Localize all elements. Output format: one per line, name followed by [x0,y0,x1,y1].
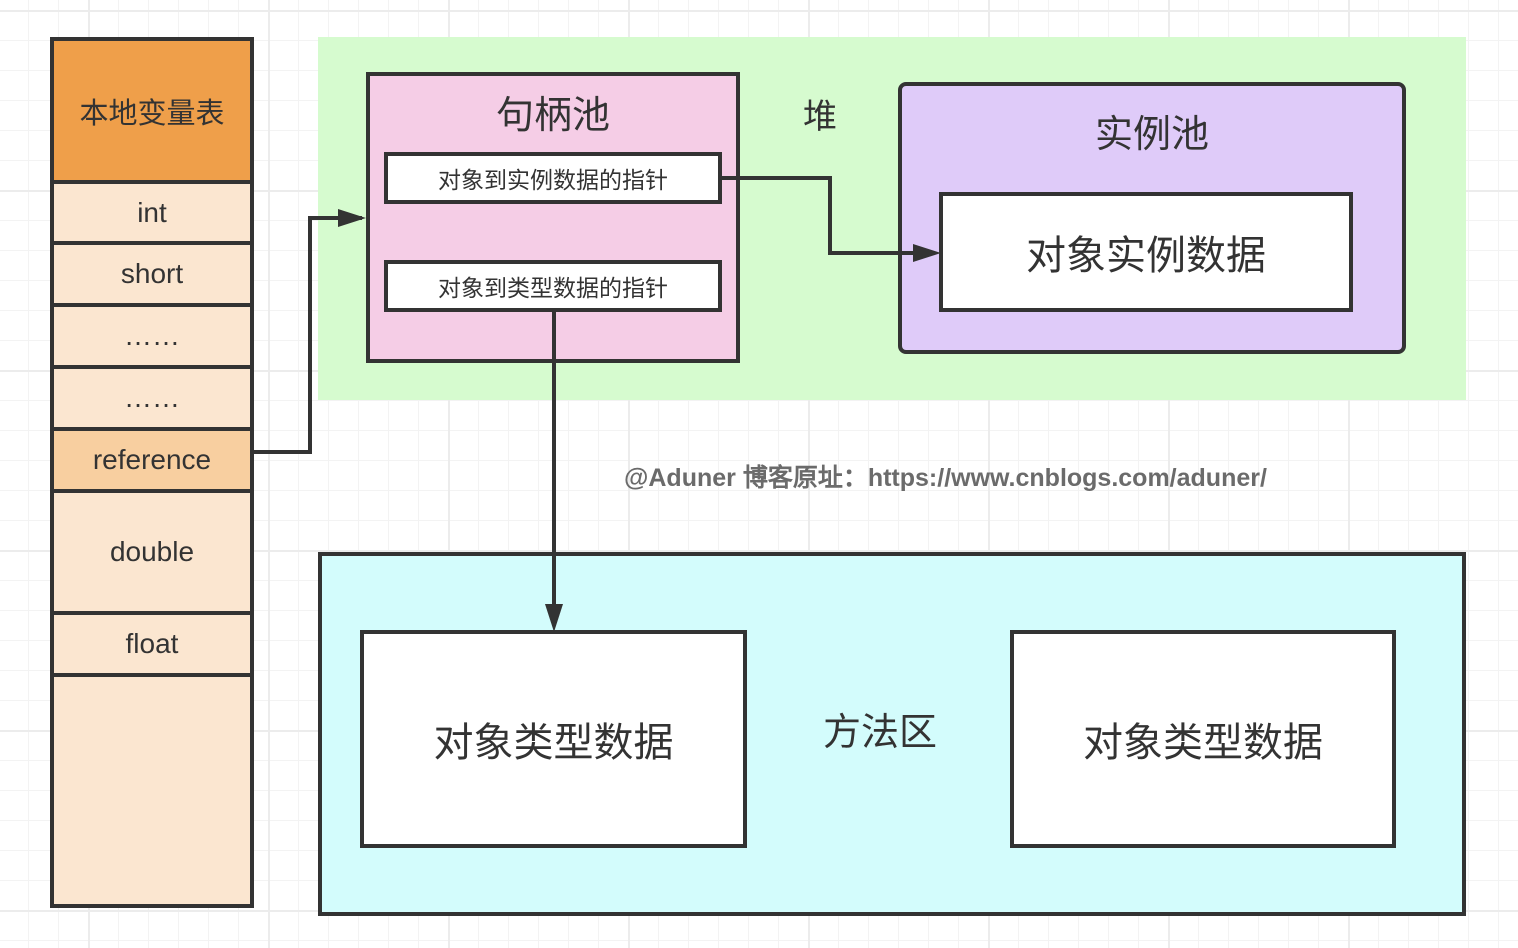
local-variable-table[interactable]: 本地变量表 int short …… …… reference double f… [50,37,254,908]
lvt-row-reference[interactable]: reference [54,431,250,493]
lvt-row-empty [54,677,250,904]
lvt-row-double[interactable]: double [54,493,250,615]
lvt-row-float[interactable]: float [54,615,250,677]
method-area-label: 方法区 [822,709,937,754]
lvt-row-short[interactable]: short [54,245,250,307]
watermark-text: @Aduner 博客原址：https://www.cnblogs.com/adu… [624,464,1267,492]
lvt-row-ellipsis-2[interactable]: …… [54,369,250,431]
object-type-data-right[interactable]: 对象类型数据 [1010,630,1396,848]
object-type-data-left[interactable]: 对象类型数据 [360,630,747,848]
pointer-to-type-data[interactable]: 对象到类型数据的指针 [384,260,722,312]
lvt-row-int[interactable]: int [54,184,250,245]
handle-pool-title: 句柄池 [495,92,610,137]
local-variable-table-title: 本地变量表 [54,41,250,184]
object-instance-data[interactable]: 对象实例数据 [939,192,1353,312]
instance-pool-title: 实例池 [1094,111,1209,156]
pointer-to-instance-data[interactable]: 对象到实例数据的指针 [384,152,722,204]
heap-label: 堆 [803,96,837,137]
lvt-row-ellipsis-1[interactable]: …… [54,307,250,369]
